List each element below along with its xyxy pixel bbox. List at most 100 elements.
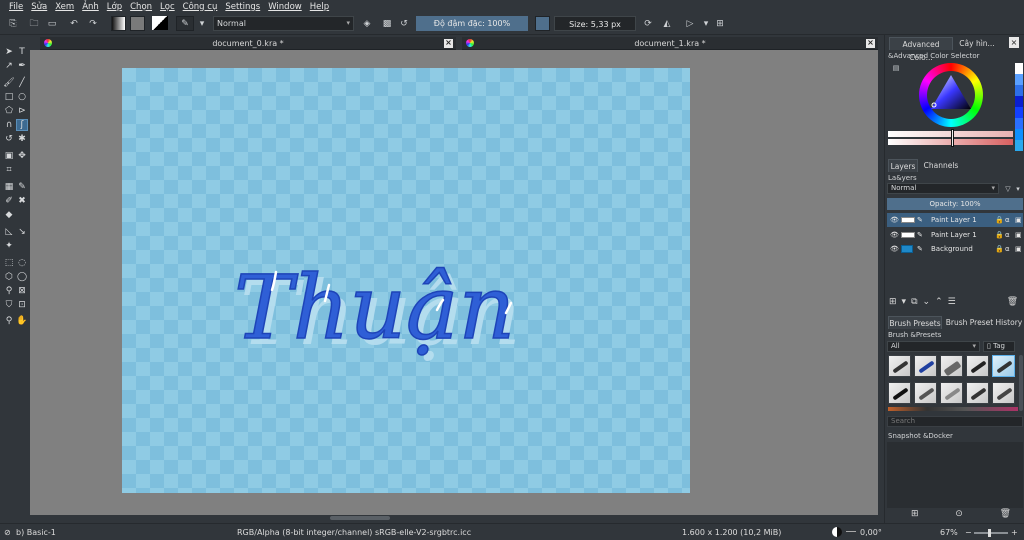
color-picker-icon[interactable]: ✎ bbox=[16, 181, 28, 193]
slider-handle[interactable] bbox=[951, 129, 954, 147]
layer-opacity-slider[interactable]: Opacity: 100% bbox=[887, 198, 1023, 210]
rotation-icon[interactable] bbox=[832, 527, 842, 537]
text-tool-icon[interactable]: T bbox=[16, 46, 28, 58]
inherit-alpha-icon[interactable]: ▣ bbox=[1015, 231, 1022, 239]
size-slider[interactable]: Size: 5,33 px bbox=[554, 16, 636, 31]
menu-view[interactable]: Xem bbox=[51, 2, 78, 12]
move-up-icon[interactable]: ⌃ bbox=[935, 297, 943, 309]
duplicate-layer-icon[interactable]: ⧉ bbox=[911, 297, 917, 309]
close-icon[interactable]: × bbox=[444, 38, 453, 48]
move-tool-icon[interactable]: ✥ bbox=[16, 150, 28, 162]
edit-shapes-icon[interactable]: ↗ bbox=[3, 60, 15, 72]
color-history[interactable] bbox=[1015, 63, 1023, 151]
inherit-alpha-icon[interactable]: ▣ bbox=[1015, 216, 1022, 224]
brush-info-icon[interactable]: ⊘ bbox=[4, 528, 11, 537]
tab-brush-history[interactable]: Brush Preset History bbox=[945, 316, 1023, 329]
menu-filter[interactable]: Lọc bbox=[156, 2, 179, 12]
tab-document-0[interactable]: document_0.kra * × bbox=[40, 37, 456, 50]
similar-select-icon[interactable]: ⊠ bbox=[16, 285, 28, 297]
lock-icon[interactable]: 🔒 bbox=[995, 231, 1004, 239]
bezier-select-icon[interactable]: ⛉ bbox=[3, 299, 15, 311]
mirror-vertical-icon[interactable]: ▷ bbox=[683, 16, 697, 31]
document-canvas[interactable]: Thuận Thuận bbox=[122, 68, 690, 493]
layer-row[interactable]: 👁 ✎ Paint Layer 1 🔒 α ▣ bbox=[887, 228, 1023, 242]
polygon-select-icon[interactable]: ⬡ bbox=[3, 271, 15, 283]
brush-filter-select[interactable]: All ▾ bbox=[887, 341, 980, 352]
assistant-tool-icon[interactable]: ◺ bbox=[3, 226, 15, 238]
brush-scrollbar[interactable] bbox=[1019, 355, 1023, 411]
pan-tool-icon[interactable]: ✋ bbox=[16, 315, 28, 327]
brush-preset[interactable] bbox=[966, 355, 989, 377]
tab-layers[interactable]: Layers bbox=[888, 159, 918, 172]
menu-window[interactable]: Window bbox=[264, 2, 306, 12]
freehand-path-icon[interactable]: ʃ bbox=[16, 119, 28, 131]
tab-brush-presets[interactable]: Brush Presets bbox=[888, 316, 942, 329]
scrollbar-thumb[interactable] bbox=[330, 516, 390, 520]
polygon-tool-icon[interactable]: ⬠ bbox=[3, 105, 15, 117]
move-down-icon[interactable]: ⌄ bbox=[923, 297, 931, 309]
save-icon[interactable]: ▭ bbox=[45, 16, 59, 31]
new-document-icon[interactable]: ⎘ bbox=[6, 16, 20, 31]
inherit-alpha-icon[interactable]: ▣ bbox=[1015, 245, 1022, 253]
brush-preset[interactable] bbox=[966, 382, 989, 404]
lock-icon[interactable]: 🔒 bbox=[995, 245, 1004, 253]
brush-preset-icon[interactable]: ✎ bbox=[176, 16, 194, 31]
calligraphy-icon[interactable]: ✒ bbox=[16, 60, 28, 72]
brush-preset[interactable] bbox=[992, 355, 1015, 377]
menu-select[interactable]: Chọn bbox=[126, 2, 156, 12]
redo-icon[interactable]: ↷ bbox=[86, 16, 100, 31]
close-icon[interactable]: × bbox=[866, 38, 875, 48]
freehand-brush-icon[interactable]: 🖌 bbox=[3, 77, 15, 89]
undo-icon[interactable]: ↶ bbox=[67, 16, 81, 31]
hue-ring[interactable] bbox=[919, 63, 983, 127]
chevron-down-icon[interactable]: ▾ bbox=[198, 16, 206, 31]
select-shapes-icon[interactable]: ➤ bbox=[3, 46, 15, 58]
smart-patch-icon[interactable]: ✖ bbox=[16, 195, 28, 207]
brush-search-input[interactable]: Search bbox=[887, 416, 1023, 427]
filter-icon[interactable]: ▽ bbox=[1003, 183, 1013, 194]
chain-link-icon[interactable]: ⟳ bbox=[642, 16, 654, 31]
brush-preset[interactable] bbox=[992, 382, 1015, 404]
mirror-horizontal-icon[interactable]: ◭ bbox=[660, 16, 674, 31]
zoom-slider-handle[interactable] bbox=[988, 529, 991, 537]
chevron-down-icon[interactable]: ▾ bbox=[902, 297, 907, 309]
brush-preset[interactable] bbox=[914, 355, 937, 377]
zoom-out-icon[interactable]: − bbox=[965, 528, 972, 537]
chevron-down-icon[interactable]: ▾ bbox=[702, 16, 710, 31]
zoom-in-icon[interactable]: + bbox=[1011, 528, 1018, 537]
menu-image[interactable]: Ảnh bbox=[78, 2, 103, 12]
tab-advanced-color[interactable]: Advanced Colo... bbox=[889, 37, 953, 62]
size-reset-button[interactable] bbox=[535, 16, 550, 31]
brush-preset[interactable] bbox=[888, 355, 911, 377]
alpha-lock-icon[interactable]: α bbox=[1005, 216, 1010, 224]
brush-preset[interactable] bbox=[940, 382, 963, 404]
polyline-tool-icon[interactable]: ⊳ bbox=[16, 105, 28, 117]
contiguous-select-icon[interactable]: ⚲ bbox=[3, 285, 15, 297]
freehand-select-icon[interactable]: ◯ bbox=[16, 271, 28, 283]
tab-document-1[interactable]: document_1.kra * × bbox=[462, 37, 878, 50]
gradient-swatch[interactable] bbox=[111, 16, 126, 31]
ellipse-tool-icon[interactable]: ○ bbox=[16, 91, 28, 103]
fill-tool-icon[interactable]: ◆ bbox=[3, 209, 15, 221]
alpha-lock-icon[interactable]: α bbox=[1005, 231, 1010, 239]
add-layer-icon[interactable]: ⊞ bbox=[889, 297, 897, 309]
colorize-mask-icon[interactable]: ✐ bbox=[3, 195, 15, 207]
eye-icon[interactable]: 👁 bbox=[890, 245, 899, 253]
horizontal-scrollbar[interactable] bbox=[30, 515, 878, 521]
ellipse-select-icon[interactable]: ◌ bbox=[16, 257, 28, 269]
lock-icon[interactable]: 🔒 bbox=[995, 216, 1004, 224]
brush-preset[interactable] bbox=[940, 355, 963, 377]
blend-mode-select[interactable]: Normal ▾ bbox=[213, 16, 354, 31]
menu-help[interactable]: Help bbox=[306, 2, 333, 12]
wrap-around-icon[interactable]: ⊞ bbox=[713, 16, 727, 31]
layer-row[interactable]: 👁 ✎ Background 🔒 α ▣ bbox=[887, 242, 1023, 256]
eraser-mode-icon[interactable]: ◈ bbox=[360, 16, 374, 31]
delete-snapshot-icon[interactable]: 🗑 bbox=[1000, 509, 1011, 521]
eye-icon[interactable]: 👁 bbox=[890, 231, 899, 239]
layer-properties-icon[interactable]: ☰ bbox=[948, 297, 956, 309]
open-folder-icon[interactable]: 🗀 bbox=[27, 16, 41, 31]
menu-edit[interactable]: Sửa bbox=[27, 2, 51, 12]
tab-channels[interactable]: Channels bbox=[921, 159, 961, 172]
fg-bg-color-icon[interactable] bbox=[152, 16, 168, 30]
magnetic-select-icon[interactable]: ⊡ bbox=[16, 299, 28, 311]
